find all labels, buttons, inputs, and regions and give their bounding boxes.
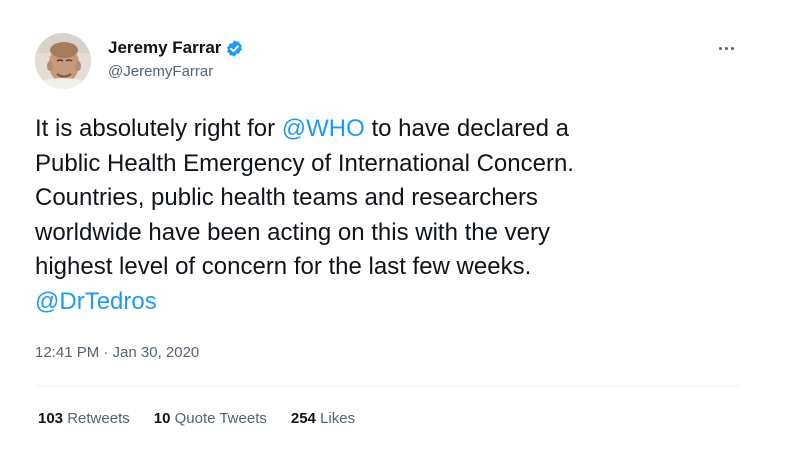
tweet-text: It is absolutely right for @WHO to have … (35, 112, 735, 319)
tweet-text-segment: It is absolutely right for (35, 115, 282, 142)
quotes-count: 10 (153, 410, 171, 427)
name-row: Jeremy Farrar (108, 38, 244, 58)
tweet-card: Jeremy Farrar @JeremyFarrar It is absolu… (0, 0, 800, 456)
more-dot (724, 46, 728, 50)
verified-badge-icon[interactable] (225, 39, 244, 58)
author-handle[interactable]: @JeremyFarrar (108, 63, 244, 80)
tweet-line: It is absolutely right for @WHO to have … (35, 112, 735, 147)
likes-count: 254 (290, 410, 316, 427)
likes-label: Likes (320, 410, 356, 427)
retweets-stat[interactable]: 103 Retweets (38, 410, 130, 427)
more-dot (730, 46, 734, 50)
tweet-line: highest level of concern for the last fe… (35, 253, 532, 280)
mention-drtedros-link[interactable]: @DrTedros (35, 288, 157, 315)
avatar[interactable] (35, 33, 91, 89)
likes-stat[interactable]: 254 Likes (291, 410, 355, 427)
engagement-stats: 103 Retweets 10 Quote Tweets 254 Likes (38, 410, 379, 427)
retweets-label: Retweets (67, 410, 130, 427)
more-options-icon[interactable] (706, 36, 746, 60)
author-name[interactable]: Jeremy Farrar (108, 38, 221, 58)
author-block: Jeremy Farrar @JeremyFarrar (108, 38, 244, 80)
tweet-line: @DrTedros (35, 285, 735, 320)
quote-tweets-stat[interactable]: 10 Quote Tweets (154, 410, 267, 427)
divider (35, 385, 739, 386)
tweet-line: Public Health Emergency of International… (35, 149, 574, 177)
tweet-line: worldwide have been acting on this with … (35, 218, 550, 246)
more-dot (718, 46, 722, 50)
tweet-timestamp[interactable]: 12:41 PM · Jan 30, 2020 (35, 344, 199, 361)
quotes-label: Quote Tweets (174, 410, 267, 427)
tweet-text-segment: to have declared a (364, 115, 569, 142)
avatar-image (35, 33, 91, 89)
retweets-count: 103 (38, 410, 64, 427)
tweet-line: Countries, public health teams and resea… (35, 184, 538, 211)
mention-who-link[interactable]: @WHO (282, 115, 365, 142)
